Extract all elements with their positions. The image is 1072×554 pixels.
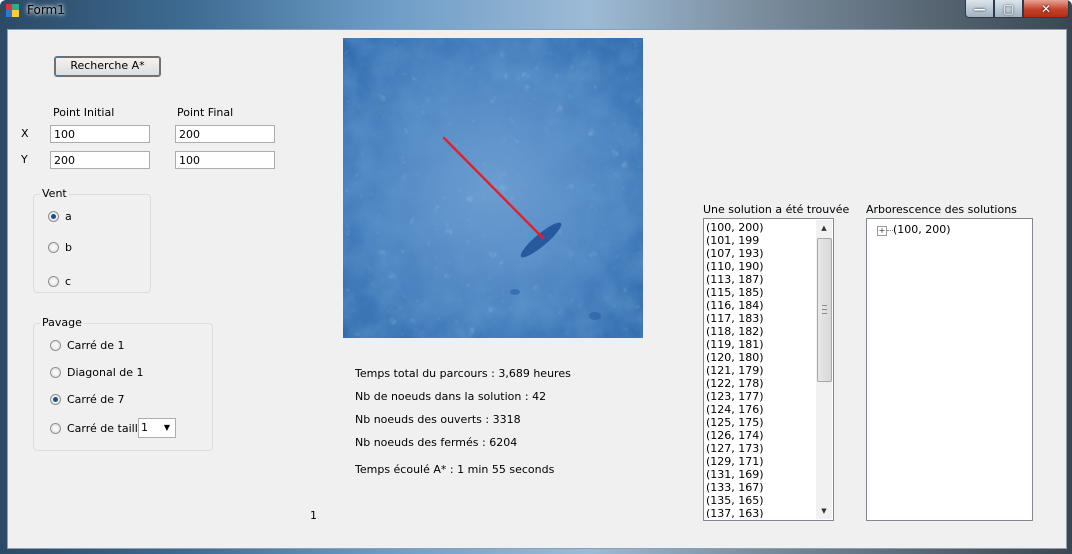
stat-temps-total: Temps total du parcours : 3,689 heures (355, 367, 571, 380)
pavage-group-title: Pavage (40, 316, 84, 329)
radio-icon (50, 367, 61, 378)
solution-list-item[interactable]: (133, 167) (706, 481, 815, 494)
close-icon: ✕ (1040, 1, 1052, 16)
solution-list-item[interactable]: (117, 183) (706, 312, 815, 325)
final-x-input[interactable]: 200 (175, 125, 275, 143)
pavage-groupbox: Pavage Carré de 1 Diagonal de 1 Carré de… (33, 316, 213, 451)
close-button[interactable]: ✕ (1023, 0, 1069, 18)
stat-temps-ecoule: Temps écoulé A* : 1 min 55 seconds (355, 463, 555, 476)
solution-list-item[interactable]: (100, 200) (706, 221, 815, 234)
scroll-up-icon[interactable]: ▲ (816, 220, 832, 236)
solution-list-item[interactable]: (101, 199 (706, 234, 815, 247)
solution-list-item[interactable]: (122, 178) (706, 377, 815, 390)
stat-nb-noeuds-solution: Nb de noeuds dans la solution : 42 (355, 390, 547, 403)
solution-list-item[interactable]: (137, 163) (706, 507, 815, 518)
pavage-option-carre-taille[interactable]: Carré de taille (50, 422, 145, 435)
vent-option-b[interactable]: b (48, 241, 72, 254)
solution-list-item[interactable]: (131, 169) (706, 468, 815, 481)
counter-label: 1 (310, 509, 317, 522)
initial-point-label: Point Initial (53, 106, 115, 119)
pavage-option-label: Diagonal de 1 (67, 366, 144, 379)
expand-plus-icon[interactable]: + (877, 226, 887, 236)
solution-list-item[interactable]: (119, 181) (706, 338, 815, 351)
app-icon (6, 4, 19, 17)
solution-list-item[interactable]: (124, 176) (706, 403, 815, 416)
stat-nb-noeuds-ouverts: Nb noeuds des ouverts : 3318 (355, 413, 521, 426)
scroll-thumb[interactable] (817, 238, 832, 382)
app-window: Form1 — ▢ ✕ Recherche A* Point Initial P… (0, 0, 1072, 554)
solution-list-item[interactable]: (113, 187) (706, 273, 815, 286)
taille-select[interactable]: 1 ▼ (138, 418, 176, 438)
solution-list-item[interactable]: (107, 193) (706, 247, 815, 260)
scroll-down-icon[interactable]: ▼ (816, 503, 832, 519)
title-bar[interactable]: Form1 — ▢ ✕ (0, 0, 1072, 22)
solution-listbox[interactable]: (100, 200) (101, 199 (107, 193) (110, 190)(… (703, 218, 834, 521)
stat-nb-noeuds-fermes: Nb noeuds des fermés : 6204 (355, 436, 518, 449)
maximize-button[interactable]: ▢ (994, 0, 1023, 18)
solution-list-item[interactable]: (115, 185) (706, 286, 815, 299)
solution-list-item[interactable]: (129, 171) (706, 455, 815, 468)
solution-list-item[interactable]: (135, 165) (706, 494, 815, 507)
vertical-scrollbar[interactable]: ▲ ▼ (816, 220, 832, 519)
solution-list-item[interactable]: (110, 190) (706, 260, 815, 273)
map-canvas[interactable] (343, 38, 643, 338)
y-label: Y (21, 153, 28, 166)
vent-group-title: Vent (40, 187, 69, 200)
final-point-label: Point Final (177, 106, 234, 119)
pavage-option-diagonal-1[interactable]: Diagonal de 1 (50, 366, 144, 379)
solution-list-item[interactable]: (121, 179) (706, 364, 815, 377)
vent-option-a[interactable]: a (48, 210, 72, 223)
vent-option-c[interactable]: c (48, 275, 71, 288)
final-y-input[interactable]: 100 (175, 151, 275, 169)
vent-option-label: c (65, 275, 72, 288)
window-title: Form1 (27, 3, 65, 17)
pavage-option-label: Carré de 1 (67, 339, 125, 352)
vent-groupbox: Vent a b c (33, 187, 151, 293)
initial-y-input[interactable]: 200 (50, 151, 150, 169)
radio-checked-icon (48, 211, 59, 222)
grip-icon (822, 305, 827, 314)
chevron-down-icon[interactable]: ▼ (161, 422, 173, 434)
solution-list-item[interactable]: (123, 177) (706, 390, 815, 403)
radio-checked-icon (50, 394, 61, 405)
x-label: X (21, 127, 29, 140)
minimize-button[interactable]: — (965, 0, 994, 18)
radio-icon (50, 423, 61, 434)
solution-list-item[interactable]: (118, 182) (706, 325, 815, 338)
taille-select-value: 1 (141, 421, 148, 434)
solution-list-item[interactable]: (127, 173) (706, 442, 815, 455)
pavage-option-carre-7[interactable]: Carré de 7 (50, 393, 125, 406)
solution-list-item[interactable]: (126, 174) (706, 429, 815, 442)
terrain-image (343, 38, 643, 338)
solution-list-title: Une solution a été trouvée (703, 203, 850, 216)
vent-option-label: b (65, 241, 72, 254)
solution-treeview[interactable]: + (100, 200) (866, 218, 1033, 521)
radio-icon (48, 276, 59, 287)
solution-list-item[interactable]: (120, 180) (706, 351, 815, 364)
solution-list-item[interactable]: (125, 175) (706, 416, 815, 429)
tree-title: Arborescence des solutions (866, 203, 1017, 216)
pavage-option-label: Carré de 7 (67, 393, 125, 406)
form-client-area: Recherche A* Point Initial Point Final X… (7, 29, 1067, 549)
initial-x-input[interactable]: 100 (50, 125, 150, 143)
vent-option-label: a (65, 210, 72, 223)
tree-root-node[interactable]: (100, 200) (893, 223, 951, 236)
maximize-icon: ▢ (1002, 1, 1015, 16)
search-astar-button[interactable]: Recherche A* (54, 56, 161, 77)
radio-icon (50, 340, 61, 351)
solution-list-item[interactable]: (116, 184) (706, 299, 815, 312)
pavage-option-label: Carré de taille (67, 422, 145, 435)
minimize-icon: — (973, 1, 986, 16)
pavage-option-carre-1[interactable]: Carré de 1 (50, 339, 125, 352)
radio-icon (48, 242, 59, 253)
solution-list-items: (100, 200) (101, 199 (107, 193) (110, 190)(… (706, 221, 815, 518)
